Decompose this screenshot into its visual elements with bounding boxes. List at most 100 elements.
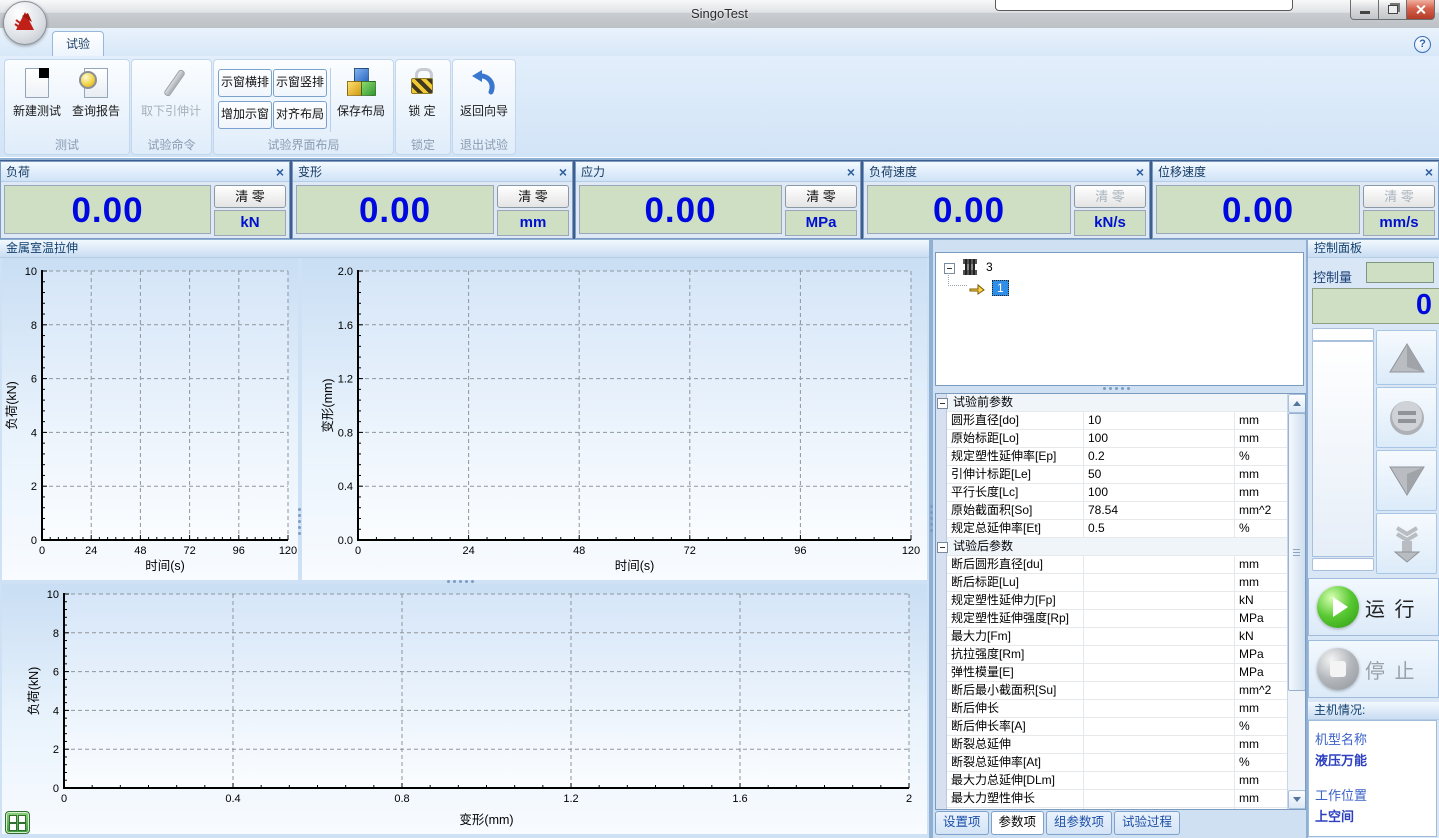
svg-text:0.4: 0.4 [225,793,240,805]
param-unit: MPa [1235,646,1288,663]
param-value[interactable] [1084,574,1235,591]
tree-node-selected[interactable]: 1 [992,280,1009,296]
app-logo-icon [12,10,38,36]
param-name: 最大力总伸长率[Agt] [947,808,1084,810]
slider-thumb-bottom[interactable] [1312,558,1374,571]
param-row: 规定总延伸率[Et]0.5% [947,520,1288,538]
param-group-name: 试验后参数 [947,538,1013,555]
move-down-button[interactable] [1376,450,1437,511]
param-unit: % [1235,754,1288,771]
param-row: 引伸计标距[Le]50mm [947,466,1288,484]
windows-horizontal-button[interactable]: 示窗横排 [218,69,272,97]
windows-vertical-button[interactable]: 示窗竖排 [273,69,327,97]
scroll-down-button[interactable] [1288,790,1306,809]
param-group-header[interactable]: 试验前参数 [947,394,1288,412]
app-menu-button[interactable] [3,1,47,45]
param-value[interactable] [1084,700,1235,717]
collapse-icon[interactable] [937,542,948,553]
close-icon[interactable] [847,165,855,179]
query-report-button[interactable]: 查询报告 [67,64,125,136]
collapse-icon[interactable] [937,398,948,409]
meters-row: 负荷 0.00 清 零 kN 变形 0.00 清 零 mm 应力 0.00 清 … [0,160,1439,239]
chart-load-time: 0244872961200246810时间(s)负荷(kN) [2,258,298,580]
param-value[interactable] [1084,592,1235,609]
clear-button: 清 零 [1074,185,1146,208]
save-layout-button[interactable]: 保存布局 [333,64,389,136]
param-value[interactable] [1084,736,1235,753]
param-unit: mm [1235,700,1288,717]
stop-button: 停 止 [1308,640,1439,698]
param-tab[interactable]: 组参数项 [1046,811,1112,835]
hold-button[interactable] [1376,387,1437,448]
control-quantity-field[interactable] [1366,262,1434,283]
clear-button[interactable]: 清 零 [497,185,569,208]
clear-button[interactable]: 清 零 [785,185,857,208]
svg-text:2: 2 [31,481,37,493]
scroll-up-button[interactable] [1288,394,1306,413]
close-icon[interactable] [1425,165,1433,179]
fast-down-button[interactable] [1376,513,1437,574]
back-to-wizard-button[interactable]: 返回向导 [455,64,513,136]
slider-thumb-top[interactable] [1312,328,1374,341]
param-value[interactable] [1084,772,1235,789]
run-button[interactable]: 运 行 [1308,578,1439,636]
close-button[interactable] [1406,0,1435,20]
close-icon[interactable] [559,165,567,179]
param-value[interactable]: 78.54 [1084,502,1235,519]
param-value[interactable]: 0.2 [1084,448,1235,465]
window-layout-icon[interactable] [5,811,30,834]
param-value[interactable] [1084,664,1235,681]
tab-test[interactable]: 试验 [52,31,104,57]
meter-panel-load: 负荷 0.00 清 零 kN [0,161,290,239]
meter-header: 变形 [293,162,572,182]
tree-table-splitter[interactable] [935,385,1302,393]
svg-text:2: 2 [906,793,912,805]
meter-title: 变形 [298,163,559,180]
restore-button[interactable] [1378,0,1407,20]
svg-text:1.2: 1.2 [563,793,578,805]
move-up-button[interactable] [1376,330,1437,385]
help-icon[interactable] [1414,36,1431,53]
param-tab[interactable]: 试验过程 [1114,811,1180,835]
param-value[interactable] [1084,808,1235,810]
param-value[interactable]: 100 [1084,484,1235,501]
vertical-splitter[interactable] [298,258,302,580]
param-value[interactable] [1084,718,1235,735]
param-group-header[interactable]: 试验后参数 [947,538,1288,556]
close-icon[interactable] [1136,165,1144,179]
param-unit: mm [1235,484,1288,501]
param-value[interactable]: 50 [1084,466,1235,483]
param-value[interactable] [1084,790,1235,807]
param-value[interactable]: 100 [1084,430,1235,447]
scrollbar-thumb[interactable] [1288,413,1306,691]
vertical-scrollbar[interactable] [1287,394,1305,809]
param-value[interactable] [1084,628,1235,645]
meter-header: 负荷速度 [864,162,1149,182]
tree-node-label[interactable]: 3 [986,260,993,274]
new-test-button[interactable]: 新建测试 [8,64,66,136]
param-tab[interactable]: 参数项 [991,811,1045,835]
new-document-icon [25,68,49,98]
param-value[interactable] [1084,610,1235,627]
param-value[interactable] [1084,646,1235,663]
svg-text:0.0: 0.0 [338,535,353,547]
svg-text:0: 0 [61,793,67,805]
clear-button[interactable]: 清 零 [214,185,286,208]
param-value[interactable]: 0.5 [1084,520,1235,537]
svg-text:72: 72 [183,545,195,557]
align-layout-button[interactable]: 对齐布局 [273,101,327,129]
lock-button[interactable]: 锁 定 [394,64,450,136]
add-window-button[interactable]: 增加示窗 [218,101,272,129]
param-row: 规定塑性延伸力[Fp]kN [947,592,1288,610]
horizontal-splitter[interactable] [0,580,929,584]
param-value[interactable] [1084,754,1235,771]
param-tab[interactable]: 设置项 [935,811,989,835]
lock-icon [411,68,433,94]
close-icon[interactable] [276,165,284,179]
param-value[interactable]: 10 [1084,412,1235,429]
param-row: 断后标距[Lu]mm [947,574,1288,592]
minimize-button[interactable] [1350,0,1379,20]
speed-slider-track[interactable] [1312,341,1374,557]
param-value[interactable] [1084,556,1235,573]
param-value[interactable] [1084,682,1235,699]
